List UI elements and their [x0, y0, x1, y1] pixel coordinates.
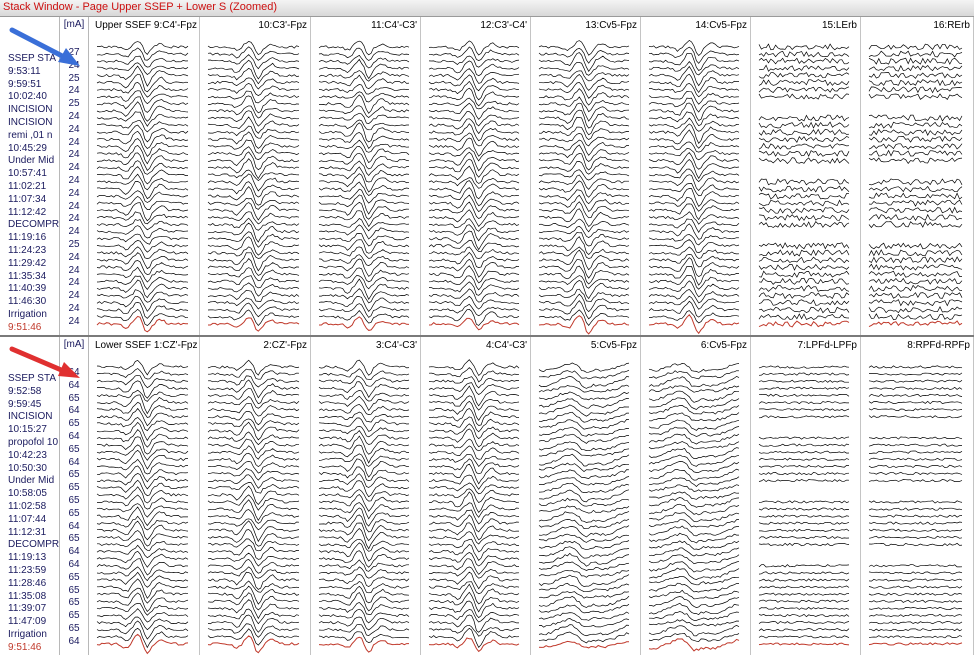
stack-window: Stack Window - Page Upper SSEP + Lower S… — [0, 0, 974, 655]
upper-arrow-annotation — [9, 27, 80, 378]
